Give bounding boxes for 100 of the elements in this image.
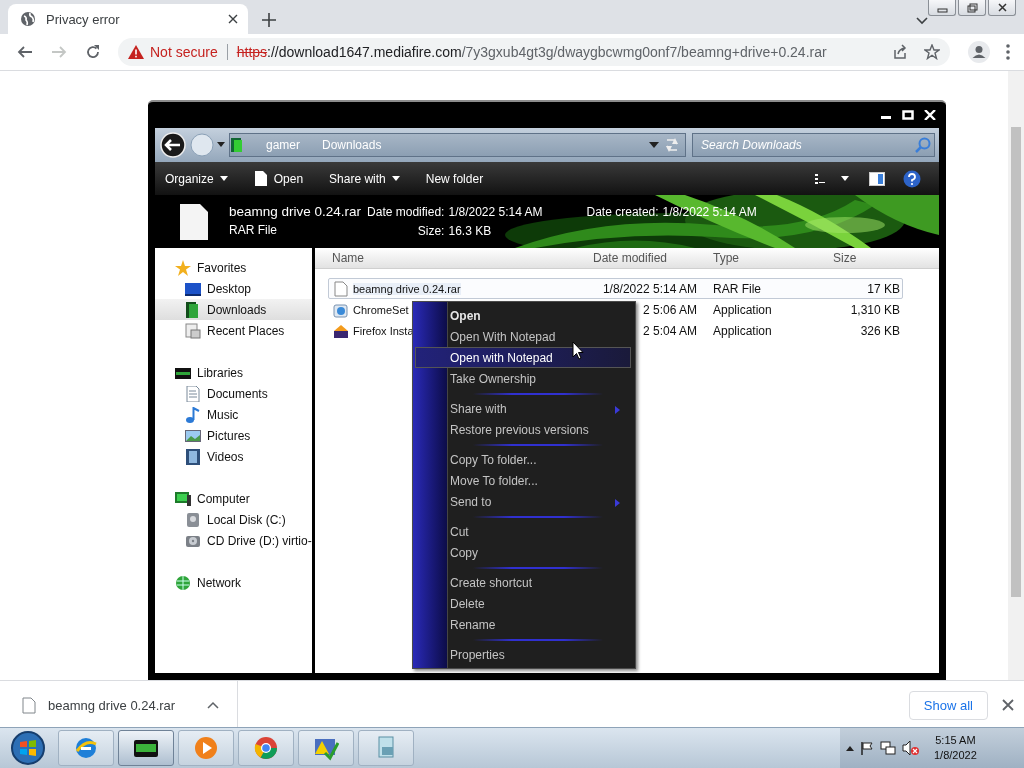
scrollbar[interactable] <box>1008 71 1024 680</box>
preview-pane-icon[interactable] <box>869 171 885 186</box>
clock-date[interactable]: 1/8/2022 <box>934 748 977 763</box>
nav-item[interactable]: Libraries <box>155 362 312 383</box>
toolbar-button[interactable]: Share with <box>329 171 400 186</box>
caret-icon[interactable] <box>217 142 225 148</box>
menu-item[interactable]: Restore previous versions <box>415 419 631 440</box>
film-icon <box>185 448 201 465</box>
close-icon[interactable] <box>228 14 238 24</box>
close-icon <box>996 2 1008 13</box>
nav-item[interactable]: Downloads <box>155 299 312 320</box>
share-icon[interactable] <box>892 44 908 60</box>
file-size: 1,310 KB <box>849 302 900 317</box>
profile-icon[interactable] <box>968 41 990 63</box>
chevron-down-icon[interactable] <box>916 17 928 25</box>
nav-item[interactable]: CD Drive (D:) virtio- <box>155 530 312 551</box>
new-tab-icon[interactable] <box>262 13 276 27</box>
chevron-up-icon[interactable] <box>207 701 220 709</box>
reload-icon[interactable] <box>85 44 101 60</box>
toolbar-button[interactable]: New folder <box>425 171 484 186</box>
detail-label: Date created: <box>586 205 659 219</box>
play-icon <box>193 735 219 761</box>
document-icon <box>185 385 201 402</box>
menu-item[interactable]: Properties <box>415 644 631 665</box>
browser-icon <box>253 735 279 761</box>
security-status[interactable]: Not secure <box>150 44 218 60</box>
menu-item[interactable]: Share with <box>415 398 631 419</box>
menu-item[interactable]: Take Ownership <box>415 368 631 389</box>
network-icon <box>175 574 191 591</box>
toolbar-button[interactable]: Organize <box>165 171 228 186</box>
menu-item[interactable]: Create shortcut <box>415 572 631 593</box>
flag-icon[interactable] <box>860 741 874 755</box>
caret-icon[interactable] <box>649 142 659 148</box>
desktop-icon <box>185 280 201 297</box>
nav-item[interactable]: Network <box>155 572 312 593</box>
nav-item[interactable]: Local Disk (C:) <box>155 509 312 530</box>
network-icon[interactable] <box>880 740 896 756</box>
show-all-button[interactable]: Show all <box>908 690 988 720</box>
menu-item[interactable]: Rename <box>415 614 631 635</box>
menu-item[interactable]: Open <box>415 305 631 326</box>
start-button[interactable] <box>8 730 48 766</box>
menu-item[interactable]: Move To folder... <box>415 470 631 491</box>
nav-item[interactable]: Music <box>155 404 312 425</box>
column-heading[interactable]: Name <box>332 251 593 265</box>
column-heading[interactable]: Type <box>713 251 833 265</box>
menu-item[interactable]: Copy <box>415 542 631 563</box>
menu-item[interactable]: Open With Notepad <box>415 326 631 347</box>
star-icon <box>175 259 191 276</box>
nav-item[interactable]: Videos <box>155 446 312 467</box>
nav-item[interactable]: Favorites <box>155 257 312 278</box>
restore-button[interactable] <box>958 0 986 16</box>
nav-item[interactable]: Computer <box>155 488 312 509</box>
file-name[interactable]: beamng drive 0.24.rar <box>353 282 461 295</box>
clock-time[interactable]: 5:15 AM <box>935 733 976 748</box>
nav-item[interactable]: Pictures <box>155 425 312 446</box>
up-arrow-icon[interactable] <box>846 745 854 751</box>
file-type: RAR File <box>229 223 278 237</box>
music-icon <box>185 406 201 423</box>
maximize-icon[interactable] <box>902 110 914 120</box>
file-icon <box>22 696 36 714</box>
menu-item[interactable]: Open with Notepad <box>415 347 631 368</box>
nav-item[interactable]: Documents <box>155 383 312 404</box>
file-type: Application <box>713 323 773 338</box>
file-date: 1/8/2022 5:14 AM <box>601 281 698 296</box>
menu-item[interactable]: Cut <box>415 521 631 542</box>
nav-item[interactable]: Recent Places <box>155 320 312 341</box>
url-text[interactable]: https://download1647.mediafire.com/7y3gxub4gt3g/dwaygbcwmg0onf7/beamng+drive+0.24.rar <box>236 44 876 60</box>
installer-icon <box>333 301 349 318</box>
back-icon[interactable] <box>17 44 33 60</box>
search-field[interactable]: Search Downloads <box>692 133 935 157</box>
computer-icon <box>175 490 191 507</box>
help-icon[interactable] <box>903 169 921 188</box>
folder-icon <box>185 301 201 318</box>
menu-item[interactable]: Copy To folder... <box>415 449 631 470</box>
toolbar-button[interactable]: Open <box>253 170 304 187</box>
star-icon[interactable] <box>924 44 940 60</box>
speaker-muted-icon[interactable] <box>902 740 920 756</box>
menu-item[interactable]: Send to <box>415 491 631 512</box>
file-icon <box>179 203 209 241</box>
close-icon[interactable] <box>1002 699 1014 711</box>
file-size: 17 KB <box>866 281 900 296</box>
menu-icon[interactable] <box>1006 44 1010 60</box>
browser-tab[interactable]: Privacy error <box>8 4 248 34</box>
view-options-icon[interactable] <box>815 172 851 185</box>
column-heading[interactable]: Size <box>833 251 933 265</box>
close-button[interactable] <box>988 0 1016 16</box>
address-bar[interactable]: Not secure https://download1647.mediafire.com/7y3gxub4gt3g/dwaygbcwmg0onf7/beamng+drive+0.24.rar <box>118 38 950 66</box>
nav-item[interactable]: Desktop <box>155 278 312 299</box>
file-size: 326 KB <box>859 323 900 338</box>
detail-value: 1/8/2022 5:14 AM <box>448 205 543 219</box>
caret-icon <box>219 176 228 181</box>
pictures-icon <box>185 427 201 444</box>
back-button[interactable] <box>159 131 187 159</box>
file-icon <box>253 170 268 187</box>
column-heading[interactable]: Date modified <box>593 251 713 265</box>
menu-item[interactable]: Delete <box>415 593 631 614</box>
file-name[interactable]: ChromeSet <box>353 303 409 316</box>
taskbar-button[interactable] <box>118 730 174 766</box>
detail-label: Date modified: <box>367 205 445 219</box>
warning-icon <box>128 45 144 59</box>
